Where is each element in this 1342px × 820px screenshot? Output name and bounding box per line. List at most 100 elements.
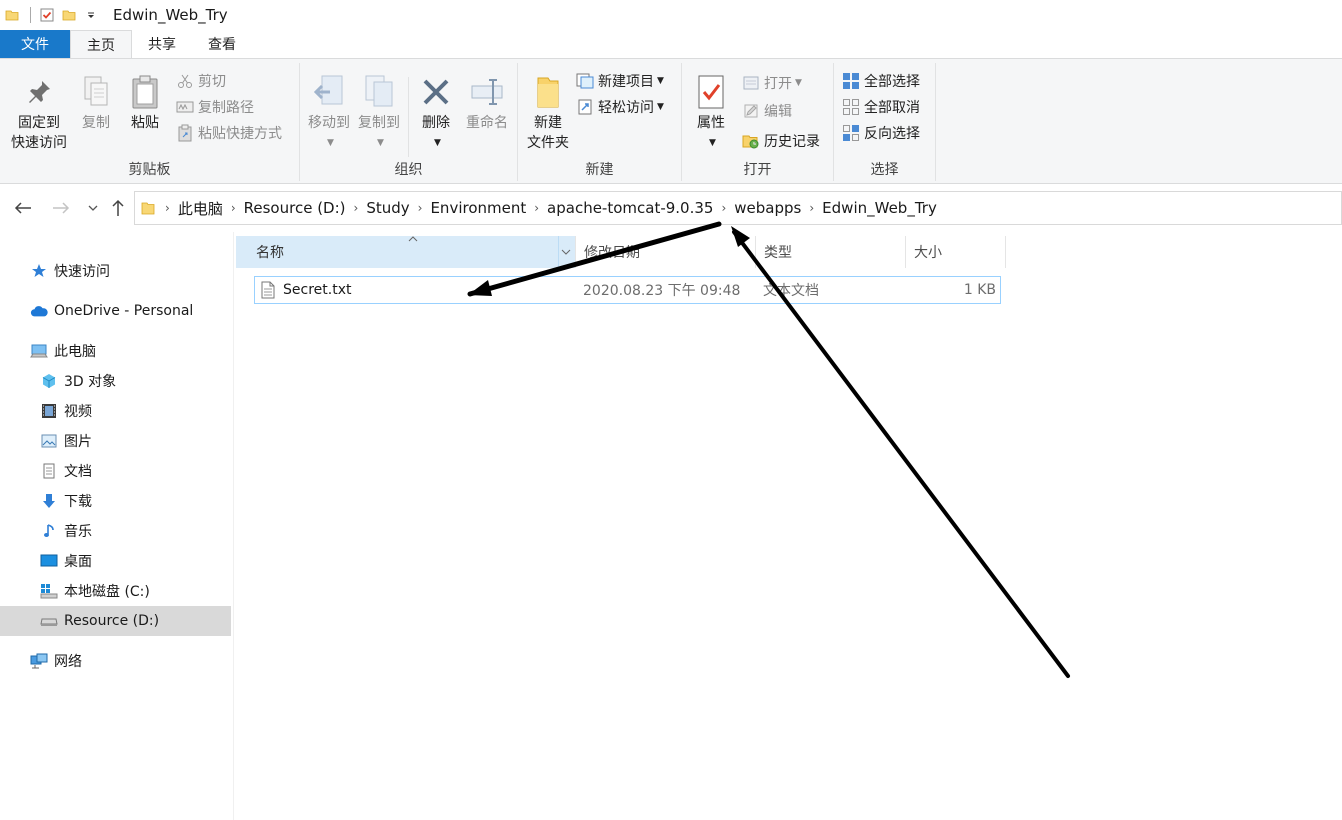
nav-item-quick-access[interactable]: 快速访问 xyxy=(0,256,231,286)
breadcrumb-chevron-icon[interactable]: › xyxy=(807,201,816,215)
breadcrumb-chevron-icon[interactable]: › xyxy=(163,201,172,215)
paste-shortcut-button[interactable]: 粘贴快捷方式 xyxy=(176,121,282,145)
invert-selection-button[interactable]: 反向选择 xyxy=(842,121,920,145)
toolbar-separator xyxy=(30,7,31,23)
column-header-type[interactable]: 类型 xyxy=(756,236,906,268)
delete-button[interactable]: 删除 ▼ xyxy=(416,73,456,153)
nav-item-videos[interactable]: 视频 xyxy=(0,396,231,426)
breadcrumb-edwin-web-try[interactable]: Edwin_Web_Try xyxy=(816,199,943,217)
new-folder-button[interactable]: 新建 文件夹 xyxy=(522,73,574,153)
easy-access-dropdown-icon: ▼ xyxy=(657,102,664,112)
properties-dropdown-icon: ▼ xyxy=(709,138,716,148)
new-item-icon xyxy=(576,72,594,90)
breadcrumb-study[interactable]: Study xyxy=(360,199,415,217)
new-item-button[interactable]: 新建项目 ▼ xyxy=(576,69,664,93)
nav-item-downloads[interactable]: 下载 xyxy=(0,486,231,516)
pin-label-line1: 固定到 xyxy=(18,115,60,131)
tab-share[interactable]: 共享 xyxy=(132,30,192,58)
nav-item-this-pc[interactable]: 此电脑 xyxy=(0,336,231,366)
windows-drive-icon xyxy=(40,582,58,600)
rename-button[interactable]: 重命名 xyxy=(462,73,512,133)
tab-view[interactable]: 查看 xyxy=(192,30,252,58)
cut-button[interactable]: 剪切 xyxy=(176,69,226,93)
breadcrumb-environment[interactable]: Environment xyxy=(424,199,532,217)
address-bar[interactable]: › 此电脑 › Resource (D:) › Study › Environm… xyxy=(134,191,1342,225)
breadcrumb-webapps[interactable]: webapps xyxy=(728,199,807,217)
file-row[interactable]: Secret.txt 2020.08.23 下午 09:48 文本文档 1 KB xyxy=(254,276,1001,304)
desktop-icon xyxy=(40,552,58,570)
rename-icon xyxy=(469,73,505,111)
pin-to-quick-access-button[interactable]: 固定到 快速访问 xyxy=(6,73,72,153)
drive-icon xyxy=(40,612,58,630)
tab-file[interactable]: 文件 xyxy=(0,30,70,58)
select-none-button[interactable]: 全部取消 xyxy=(842,95,920,119)
nav-item-resource-d[interactable]: Resource (D:) xyxy=(0,606,231,636)
nav-item-desktop[interactable]: 桌面 xyxy=(0,546,231,576)
forward-arrow-icon[interactable] xyxy=(50,197,72,219)
nav-item-pictures[interactable]: 图片 xyxy=(0,426,231,456)
nav-item-music[interactable]: 音乐 xyxy=(0,516,231,546)
move-to-button[interactable]: 移动到 ▼ xyxy=(304,73,354,153)
new-folder-label-line2: 文件夹 xyxy=(527,135,569,151)
new-item-label: 新建项目 xyxy=(598,74,654,90)
new-folder-icon[interactable] xyxy=(61,7,77,23)
column-header-date-modified[interactable]: 修改日期 xyxy=(576,236,756,268)
easy-access-icon xyxy=(576,98,594,116)
nav-item-onedrive[interactable]: OneDrive - Personal xyxy=(0,296,231,326)
pin-label-line2: 快速访问 xyxy=(11,135,67,151)
up-arrow-icon[interactable] xyxy=(107,197,129,219)
nav-item-label: 图片 xyxy=(64,434,92,450)
breadcrumb-chevron-icon[interactable]: › xyxy=(352,201,361,215)
column-header-name[interactable]: 名称 xyxy=(236,236,576,268)
tab-home[interactable]: 主页 xyxy=(70,30,132,59)
open-label: 打开 xyxy=(764,76,792,92)
edit-button[interactable]: 编辑 xyxy=(742,99,792,123)
easy-access-button[interactable]: 轻松访问 ▼ xyxy=(576,95,664,119)
column-header-name-dropdown[interactable] xyxy=(558,236,576,268)
select-group: 全部选择 全部取消 反向选择 选择 xyxy=(834,63,936,181)
organize-divider xyxy=(408,77,409,157)
nav-item-label: OneDrive - Personal xyxy=(54,303,194,319)
column-header-label: 类型 xyxy=(764,245,792,261)
nav-item-local-disk-c[interactable]: 本地磁盘 (C:) xyxy=(0,576,231,606)
nav-item-documents[interactable]: 文档 xyxy=(0,456,231,486)
recent-locations-chevron-icon[interactable] xyxy=(82,197,104,219)
picture-icon xyxy=(40,432,58,450)
breadcrumb-this-pc[interactable]: 此电脑 xyxy=(172,198,229,219)
breadcrumb-apache-tomcat[interactable]: apache-tomcat-9.0.35 xyxy=(541,199,719,217)
customize-dropdown-icon[interactable] xyxy=(83,7,99,23)
nav-item-network[interactable]: 网络 xyxy=(0,646,231,676)
navigation-pane: 快速访问 OneDrive - Personal 此电脑 3D 对象 视频 图片 xyxy=(0,232,234,820)
breadcrumb-chevron-icon[interactable]: › xyxy=(719,201,728,215)
paste-button[interactable]: 粘贴 xyxy=(124,73,166,133)
select-all-label: 全部选择 xyxy=(864,74,920,90)
chevron-down-icon xyxy=(561,249,571,255)
properties-button[interactable]: 属性 ▼ xyxy=(690,73,732,153)
properties-check-icon[interactable] xyxy=(39,7,55,23)
edit-pencil-icon xyxy=(742,102,760,120)
open-button[interactable]: 打开 ▼ xyxy=(742,71,802,95)
nav-item-label: 快速访问 xyxy=(54,264,110,280)
nav-item-3d-objects[interactable]: 3D 对象 xyxy=(0,366,231,396)
open-icon xyxy=(742,74,760,92)
copy-icon xyxy=(78,73,114,111)
text-file-icon xyxy=(261,281,275,299)
quick-access-toolbar xyxy=(0,0,105,30)
column-header-size[interactable]: 大小 xyxy=(906,236,1006,268)
copy-path-button[interactable]: 复制路径 xyxy=(176,95,254,119)
delete-x-icon xyxy=(418,73,454,111)
select-all-button[interactable]: 全部选择 xyxy=(842,69,920,93)
history-button[interactable]: 历史记录 xyxy=(742,129,820,153)
breadcrumb-chevron-icon[interactable]: › xyxy=(416,201,425,215)
back-arrow-icon[interactable] xyxy=(12,197,34,219)
nav-item-label: 此电脑 xyxy=(54,344,96,360)
breadcrumb-chevron-icon[interactable]: › xyxy=(229,201,238,215)
star-icon xyxy=(30,262,48,280)
paste-label: 粘贴 xyxy=(131,115,159,131)
copy-button[interactable]: 复制 xyxy=(76,73,116,133)
breadcrumb-resource-d[interactable]: Resource (D:) xyxy=(238,199,352,217)
breadcrumb-chevron-icon[interactable]: › xyxy=(532,201,541,215)
open-group: 属性 ▼ 打开 ▼ 编辑 历史记录 打开 xyxy=(682,63,834,181)
copy-to-button[interactable]: 复制到 ▼ xyxy=(354,73,404,153)
nav-item-label: 网络 xyxy=(54,654,82,670)
